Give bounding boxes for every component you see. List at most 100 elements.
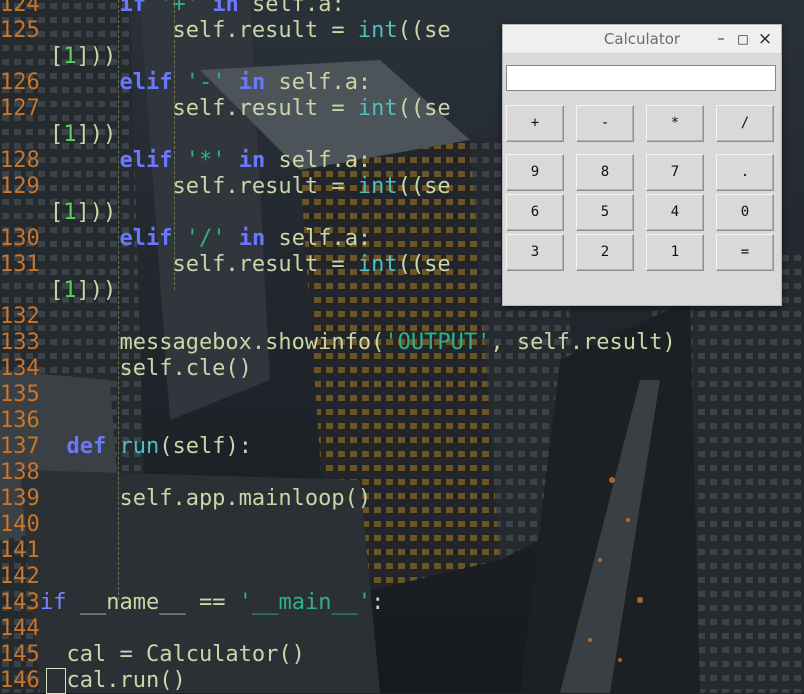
key-minus-button[interactable]: -	[576, 105, 634, 142]
code-token: '*'	[185, 148, 226, 173]
code-line: 135	[0, 382, 40, 408]
code-line: 129 self.result = int((se	[0, 174, 451, 200]
key-0-button[interactable]: 0	[716, 194, 774, 231]
code-token: ]))	[76, 44, 117, 69]
key-1-button[interactable]: 1	[646, 234, 704, 271]
line-number: 137	[0, 434, 40, 459]
code-token: ((se	[397, 174, 451, 199]
code-token: in	[212, 0, 239, 17]
code-token: '+'	[159, 0, 199, 17]
key-8-button[interactable]: 8	[576, 154, 634, 191]
code-token: , self.result)	[490, 330, 676, 355]
code-line: 125 self.result = int((se	[0, 18, 451, 44]
code-token: [	[50, 278, 64, 303]
line-number: 132	[0, 304, 40, 329]
calculator-window[interactable]: Calculator – □ × + - * / 9 8 7. 6 5 4 0 3 2 1 =	[502, 24, 782, 306]
maximize-icon[interactable]: □	[733, 29, 753, 49]
code-token: 1	[63, 200, 77, 225]
code-token: (self):	[159, 434, 252, 459]
code-line: [1]))	[0, 122, 116, 148]
key-equals-button[interactable]: =	[716, 234, 774, 271]
line-number: 135	[0, 382, 40, 407]
minimize-icon[interactable]: –	[711, 29, 731, 49]
code-line: 143if __name__ == '__main__':	[0, 590, 384, 616]
code-token: self.result =	[40, 252, 358, 277]
code-line: 144	[0, 616, 40, 642]
code-token: ]))	[76, 122, 117, 147]
code-token: in	[238, 148, 266, 173]
key-decimal-button[interactable]: .	[716, 154, 774, 191]
code-token: elif	[119, 226, 173, 251]
code-line: 139 self.app.mainloop()	[0, 486, 371, 512]
key-plus-button[interactable]: +	[506, 105, 564, 142]
code-token: ]))	[76, 200, 117, 225]
key-5-button[interactable]: 5	[576, 194, 634, 231]
code-line: 132	[0, 304, 40, 330]
code-token: :	[371, 590, 385, 615]
key-3-button[interactable]: 3	[506, 234, 564, 271]
text-cursor	[46, 668, 66, 694]
code-line: 146 cal.run()	[0, 668, 186, 694]
code-token: if	[40, 590, 67, 615]
code-token: 1	[63, 122, 77, 147]
line-number: 143	[0, 590, 40, 615]
code-token: self.app.mainloop()	[40, 486, 372, 511]
display-field[interactable]	[506, 65, 776, 91]
code-token: '/'	[185, 226, 226, 251]
line-number: 144	[0, 616, 40, 641]
code-token: 1	[63, 278, 77, 303]
code-line: [1]))	[0, 200, 116, 226]
line-number: 130	[0, 226, 40, 251]
key-7-button[interactable]: 7	[646, 154, 704, 191]
code-token: '-'	[185, 70, 226, 95]
code-token: if	[119, 0, 146, 17]
code-line: 140	[0, 512, 40, 538]
key-4-button[interactable]: 4	[646, 194, 704, 231]
key-6-button[interactable]: 6	[506, 194, 564, 231]
key-multiply-button[interactable]: *	[646, 105, 704, 142]
code-token: __	[159, 590, 186, 615]
code-line: 138	[0, 460, 40, 486]
line-number: 136	[0, 408, 40, 433]
key-9-button[interactable]: 9	[506, 154, 564, 191]
title-bar[interactable]: Calculator – □ ×	[503, 25, 781, 54]
close-icon[interactable]: ×	[755, 29, 775, 49]
code-token: int	[357, 174, 398, 199]
code-token: ((se	[397, 18, 451, 43]
code-token: elif	[119, 70, 173, 95]
line-number: 127	[0, 96, 40, 121]
code-token: def	[66, 434, 107, 459]
code-token: self.a:	[265, 148, 372, 173]
line-number: 126	[0, 70, 40, 95]
code-token: 1	[63, 44, 77, 69]
line-number: 139	[0, 486, 40, 511]
code-token: [	[50, 44, 64, 69]
key-divide-button[interactable]: /	[716, 105, 774, 142]
code-token: self.result =	[40, 18, 358, 43]
code-line: 133 messagebox.showinfo('OUTPUT', self.r…	[0, 330, 676, 356]
key-2-button[interactable]: 2	[576, 234, 634, 271]
code-token: int	[357, 18, 398, 43]
code-token: '__main__'	[238, 590, 372, 615]
line-number: 141	[0, 538, 40, 563]
code-token: [	[50, 200, 64, 225]
code-line: 141	[0, 538, 40, 564]
code-token: [	[50, 122, 64, 147]
code-token: 'OUTPUT'	[384, 330, 491, 355]
code-line: [1]))	[0, 44, 116, 70]
code-token: run	[119, 434, 160, 459]
code-token: ]))	[76, 278, 117, 303]
code-line: [1]))	[0, 278, 116, 304]
code-token: ==	[185, 590, 239, 615]
code-token: elif	[119, 148, 173, 173]
